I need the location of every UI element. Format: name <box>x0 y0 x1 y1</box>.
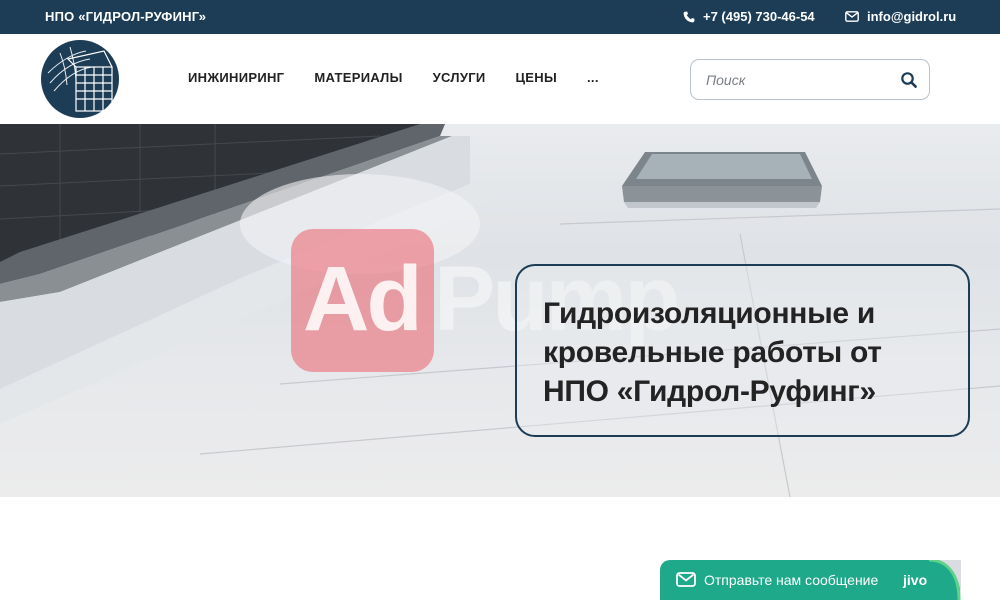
email-contact[interactable]: info@gidrol.ru <box>845 9 956 24</box>
envelope-icon <box>845 11 859 22</box>
nav-item-more[interactable]: ... <box>587 70 599 85</box>
search-box <box>690 59 930 100</box>
brand-name[interactable]: НПО «ГИДРОЛ-РУФИНГ» <box>45 9 206 24</box>
phone-icon <box>683 11 695 23</box>
phone-number: +7 (495) 730-46-54 <box>703 9 815 24</box>
site-header: ИНЖИНИРИНГ МАТЕРИАЛЫ УСЛУГИ ЦЕНЫ ... <box>0 34 1000 124</box>
headline-card: Гидроизоляционные и кровельные работы от… <box>515 264 970 437</box>
hero-banner: Ad Pump Гидроизоляционные и кровельные р… <box>0 124 1000 497</box>
main-nav: ИНЖИНИРИНГ МАТЕРИАЛЫ УСЛУГИ ЦЕНЫ ... <box>188 70 599 85</box>
phone-contact[interactable]: +7 (495) 730-46-54 <box>683 9 815 24</box>
chat-label: Отправьте нам сообщение <box>704 572 879 588</box>
hero-headline: Гидроизоляционные и кровельные работы от… <box>543 297 882 408</box>
chat-widget-button[interactable]: Отправьте нам сообщение jivo <box>660 560 961 600</box>
search-icon[interactable] <box>900 71 918 89</box>
nav-item-materials[interactable]: МАТЕРИАЛЫ <box>314 70 402 85</box>
logo-globe-icon[interactable] <box>40 39 120 119</box>
nav-item-services[interactable]: УСЛУГИ <box>433 70 486 85</box>
watermark-ad-text: Ad <box>303 248 423 350</box>
top-bar: НПО «ГИДРОЛ-РУФИНГ» +7 (495) 730-46-54 i… <box>0 0 1000 34</box>
chat-corner-decoration <box>928 560 961 600</box>
chat-envelope-icon <box>676 572 696 592</box>
nav-item-prices[interactable]: ЦЕНЫ <box>516 70 557 85</box>
nav-item-engineering[interactable]: ИНЖИНИРИНГ <box>188 70 284 85</box>
email-address: info@gidrol.ru <box>867 9 957 24</box>
search-input[interactable] <box>706 70 896 90</box>
